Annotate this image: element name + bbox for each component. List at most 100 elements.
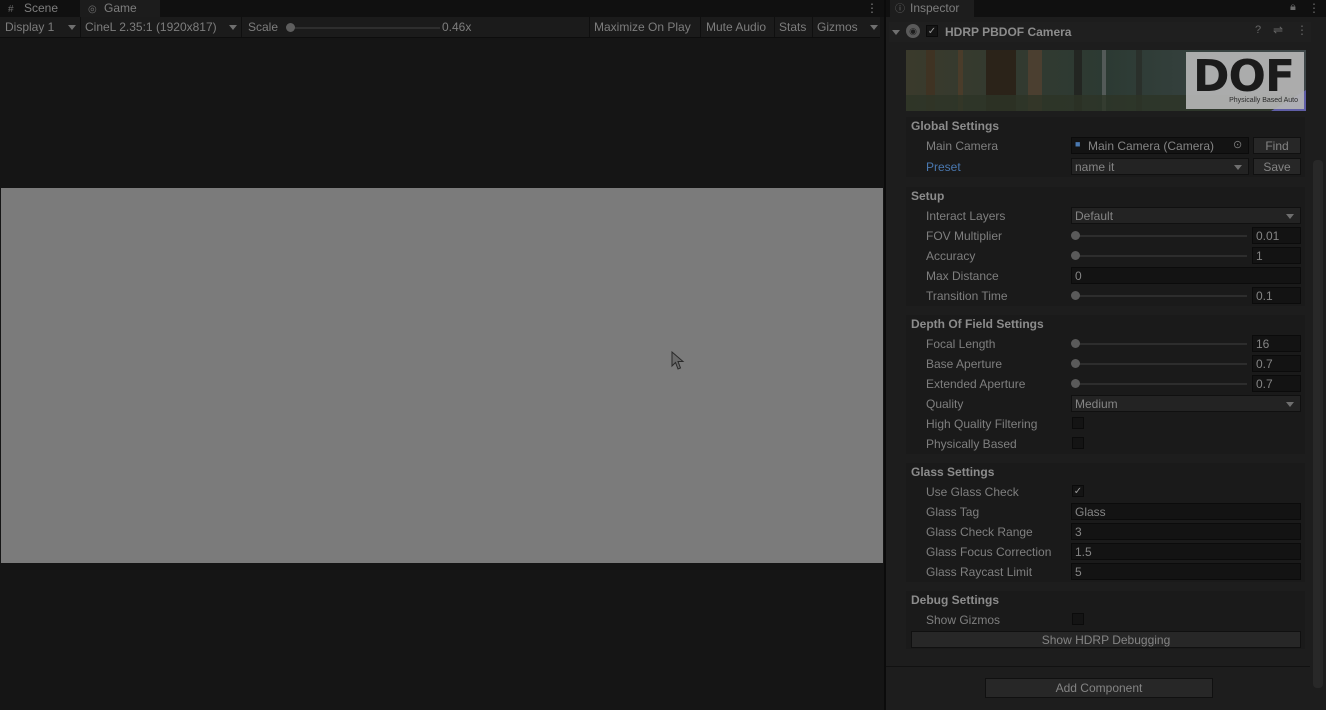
transition-slider-handle[interactable] (1071, 291, 1080, 300)
accuracy-label: Accuracy (926, 249, 976, 263)
use-glass-check-checkbox[interactable]: ✓ (1072, 485, 1084, 497)
fov-field[interactable]: 0.01 (1252, 227, 1301, 244)
component-enabled-checkbox[interactable]: ✓ (926, 25, 938, 37)
mute-audio-button[interactable]: Mute Audio (706, 17, 766, 37)
glass-settings-title: Glass Settings (911, 465, 995, 479)
quality-value: Medium (1075, 397, 1118, 411)
gamepad-icon: ◎ (88, 4, 97, 15)
focal-field[interactable]: 16 (1252, 335, 1301, 352)
info-icon: ⓘ (895, 4, 905, 15)
show-gizmos-label: Show Gizmos (926, 613, 1001, 627)
gizmos-button[interactable]: Gizmos (817, 17, 858, 37)
quality-label: Quality (926, 397, 964, 411)
main-camera-field[interactable]: Main Camera (Camera) (1071, 137, 1249, 154)
base-aperture-label: Base Aperture (926, 357, 1003, 371)
extended-aperture-slider-track[interactable] (1075, 383, 1247, 385)
preset-sliders-icon[interactable]: ⇌ (1273, 23, 1283, 37)
accuracy-slider-track[interactable] (1075, 255, 1247, 257)
banner-subtitle: Physically Based Auto (1229, 97, 1298, 104)
show-hdrp-debugging-button[interactable]: Show HDRP Debugging (911, 631, 1301, 648)
interact-layers-caret-icon (1286, 214, 1294, 219)
tab-inspector-label: Inspector (910, 1, 960, 15)
gizmos-caret-icon[interactable] (870, 25, 878, 30)
glass-raycast-limit-field[interactable]: 5 (1071, 563, 1301, 580)
object-picker-icon[interactable]: ⊙ (1233, 138, 1242, 151)
base-aperture-slider-track[interactable] (1075, 363, 1247, 365)
component-title: HDRP PBDOF Camera (945, 25, 1072, 39)
game-toolbar: Display 1 CineL 2.35:1 (1920x817) Scale … (0, 17, 880, 38)
preset-value: name it (1075, 160, 1115, 174)
scale-slider-handle[interactable] (286, 23, 295, 32)
scale-label: Scale (248, 20, 279, 34)
save-button[interactable]: Save (1253, 158, 1301, 175)
physically-based-label: Physically Based (926, 437, 1017, 451)
tab-inspector[interactable]: ⓘ Inspector (890, 0, 974, 17)
focal-slider-handle[interactable] (1071, 339, 1080, 348)
aspect-dropdown[interactable]: CineL 2.35:1 (1920x817) (85, 17, 217, 37)
inspector-scrollbar[interactable] (1313, 160, 1323, 688)
preset-caret-icon (1234, 165, 1242, 170)
glass-raycast-limit-label: Glass Raycast Limit (926, 565, 1033, 579)
extended-aperture-field[interactable]: 0.7 (1252, 375, 1301, 392)
left-tab-bar: # Scene ◎ Game ⋮ (0, 0, 884, 17)
kebab-menu-icon[interactable]: ⋮ (1308, 1, 1320, 15)
foldout-caret-icon[interactable] (892, 30, 900, 35)
setup-title: Setup (911, 189, 945, 203)
interact-layers-dropdown[interactable]: Default (1071, 207, 1301, 224)
glass-focus-correction-field[interactable]: 1.5 (1071, 543, 1301, 560)
show-gizmos-checkbox[interactable] (1072, 613, 1084, 625)
component-menu-icon[interactable]: ⋮ (1296, 23, 1308, 37)
interact-layers-value: Default (1075, 209, 1114, 223)
max-distance-label: Max Distance (926, 269, 999, 283)
aspect-caret-icon (229, 25, 237, 30)
hq-filtering-checkbox[interactable] (1072, 417, 1084, 429)
tab-scene[interactable]: # Scene (0, 0, 78, 17)
tab-game[interactable]: ◎ Game (80, 0, 160, 17)
maximize-on-play-button[interactable]: Maximize On Play (594, 17, 691, 37)
glass-focus-correction-label: Glass Focus Correction (926, 545, 1052, 559)
preset-label: Preset (926, 160, 961, 174)
fov-slider-handle[interactable] (1071, 231, 1080, 240)
display-label: Display 1 (5, 20, 55, 34)
kebab-menu-icon[interactable]: ⋮ (862, 0, 880, 17)
focal-slider-track[interactable] (1075, 343, 1247, 345)
base-aperture-field[interactable]: 0.7 (1252, 355, 1301, 372)
camera-script-icon: ◉ (906, 24, 920, 38)
hq-filtering-label: High Quality Filtering (926, 417, 1038, 431)
transition-field[interactable]: 0.1 (1252, 287, 1301, 304)
glass-check-range-field[interactable]: 3 (1071, 523, 1301, 540)
max-distance-field[interactable]: 0 (1071, 267, 1301, 284)
main-camera-value: Main Camera (Camera) (1088, 139, 1215, 153)
quality-dropdown[interactable]: Medium (1071, 395, 1301, 412)
glass-tag-label: Glass Tag (926, 505, 980, 519)
game-render-frame[interactable] (1, 188, 883, 563)
add-component-button[interactable]: Add Component (985, 678, 1213, 698)
extended-aperture-slider-handle[interactable] (1071, 379, 1080, 388)
transition-slider-track[interactable] (1075, 295, 1247, 297)
use-glass-check-label: Use Glass Check (926, 485, 1019, 499)
base-aperture-slider-handle[interactable] (1071, 359, 1080, 368)
interact-layers-label: Interact Layers (926, 209, 1006, 223)
lock-icon[interactable]: 🔒︎ (1290, 1, 1296, 14)
glass-tag-field[interactable]: Glass (1071, 503, 1301, 520)
preset-dropdown[interactable]: name it (1071, 158, 1249, 175)
transition-time-label: Transition Time (926, 289, 1008, 303)
tab-scene-label: Scene (24, 1, 59, 15)
fov-slider-track[interactable] (1075, 235, 1247, 237)
accuracy-slider-handle[interactable] (1071, 251, 1080, 260)
main-camera-label: Main Camera (926, 139, 999, 153)
fov-multiplier-label: FOV Multiplier (926, 229, 1003, 243)
banner-title: DOF (1193, 51, 1295, 102)
scale-slider-track[interactable] (290, 27, 440, 29)
find-button[interactable]: Find (1253, 137, 1301, 154)
display-dropdown[interactable]: Display 1 (5, 17, 54, 37)
debug-settings-title: Debug Settings (911, 593, 1000, 607)
camera-icon: ■ (1075, 139, 1081, 149)
extended-aperture-label: Extended Aperture (926, 377, 1026, 391)
help-icon[interactable]: ? (1255, 24, 1261, 36)
accuracy-field[interactable]: 1 (1252, 247, 1301, 264)
physically-based-checkbox[interactable] (1072, 437, 1084, 449)
stats-button[interactable]: Stats (779, 17, 806, 37)
scale-value: 0.46x (442, 20, 472, 34)
tab-game-label: Game (104, 1, 137, 15)
